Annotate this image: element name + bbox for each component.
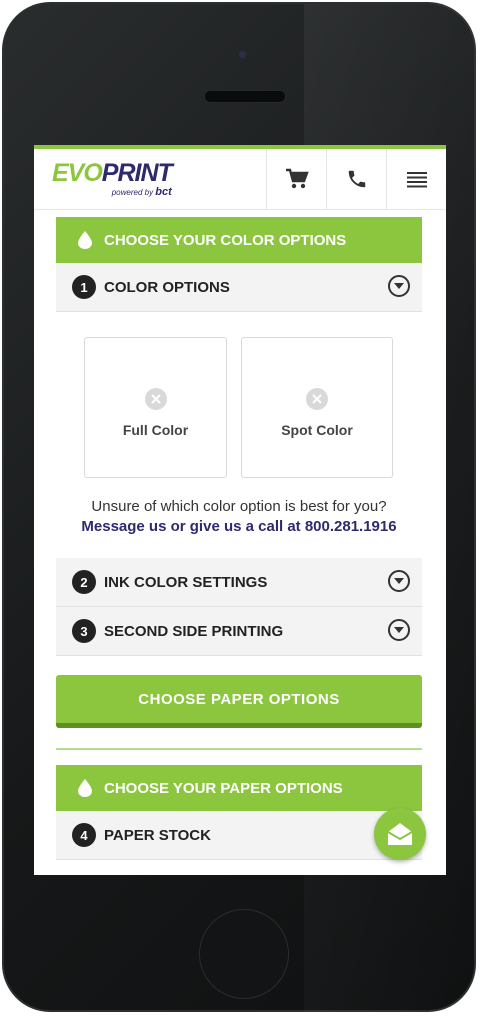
cart-button[interactable] bbox=[266, 149, 327, 209]
logo-print-text: PRINT bbox=[101, 159, 173, 187]
step-color-options[interactable]: 1 COLOR OPTIONS bbox=[56, 263, 422, 312]
earpiece-speaker bbox=[204, 90, 286, 103]
step-paper-stock[interactable]: 4 PAPER STOCK bbox=[56, 811, 422, 860]
help-text: Unsure of which color option is best for… bbox=[91, 498, 387, 515]
ink-drop-icon bbox=[78, 231, 92, 249]
step-second-side-printing[interactable]: 3 SECOND SIDE PRINTING bbox=[56, 607, 422, 656]
color-options-panel: CHOOSE YOUR COLOR OPTIONS 1 COLOR OPTION… bbox=[56, 217, 422, 312]
paper-options-panel: CHOOSE YOUR PAPER OPTIONS 4 PAPER STOCK bbox=[56, 765, 422, 860]
cta-label: CHOOSE PAPER OPTIONS bbox=[138, 690, 340, 708]
step-ink-color-settings[interactable]: 2 INK COLOR SETTINGS bbox=[56, 558, 422, 607]
step-number: 4 bbox=[72, 823, 96, 847]
option-spot-color[interactable]: Spot Color bbox=[241, 337, 393, 478]
more-color-steps: 2 INK COLOR SETTINGS 3 SECOND SIDE PRINT… bbox=[56, 558, 422, 656]
unselected-x-icon bbox=[306, 388, 328, 410]
home-button[interactable] bbox=[199, 909, 289, 999]
menu-icon bbox=[407, 172, 427, 188]
app-screen: EVOPRINT powered by bct CHOOSE YOUR COLO… bbox=[34, 145, 446, 875]
chevron-down-icon[interactable] bbox=[388, 570, 410, 592]
unselected-x-icon bbox=[144, 388, 167, 410]
site-header: EVOPRINT powered by bct bbox=[34, 149, 446, 210]
step-number: 3 bbox=[72, 619, 96, 643]
call-button[interactable] bbox=[326, 149, 387, 209]
contact-link[interactable]: Message us or give us a call at 800.281.… bbox=[56, 518, 422, 535]
step-label: SECOND SIDE PRINTING bbox=[104, 622, 284, 640]
option-label: Full Color bbox=[122, 422, 189, 438]
evoprint-logo[interactable]: EVOPRINT powered by bct bbox=[52, 159, 173, 199]
color-section-header: CHOOSE YOUR COLOR OPTIONS bbox=[56, 217, 422, 263]
powered-by-text: powered by bbox=[111, 188, 154, 197]
menu-button[interactable] bbox=[386, 149, 446, 209]
option-label: Spot Color bbox=[281, 422, 353, 438]
chevron-down-icon[interactable] bbox=[388, 619, 410, 641]
logo-evo-text: EVO bbox=[52, 159, 103, 187]
choose-paper-options-button[interactable]: CHOOSE PAPER OPTIONS bbox=[56, 675, 422, 728]
message-fab[interactable] bbox=[374, 808, 426, 860]
step-number: 1 bbox=[72, 275, 96, 299]
paper-section-header: CHOOSE YOUR PAPER OPTIONS bbox=[56, 765, 422, 811]
chevron-down-icon[interactable] bbox=[388, 275, 410, 297]
option-full-color[interactable]: Full Color bbox=[84, 337, 227, 478]
cart-icon bbox=[286, 168, 309, 189]
color-options-body: Full Color Spot Color Unsure of which co… bbox=[56, 313, 422, 556]
color-section-title: CHOOSE YOUR COLOR OPTIONS bbox=[104, 231, 347, 249]
phone-icon bbox=[348, 170, 366, 188]
paper-section-title: CHOOSE YOUR PAPER OPTIONS bbox=[104, 779, 343, 797]
powered-by: powered by bct bbox=[52, 186, 172, 198]
step-number: 2 bbox=[72, 570, 96, 594]
step-label: PAPER STOCK bbox=[104, 826, 211, 844]
parent-brand: bct bbox=[155, 186, 172, 198]
ink-drop-icon bbox=[78, 779, 92, 797]
section-divider bbox=[56, 748, 422, 750]
front-camera bbox=[239, 51, 246, 58]
step-label: INK COLOR SETTINGS bbox=[104, 573, 268, 591]
step-label: COLOR OPTIONS bbox=[104, 278, 230, 296]
envelope-open-icon bbox=[387, 823, 413, 845]
